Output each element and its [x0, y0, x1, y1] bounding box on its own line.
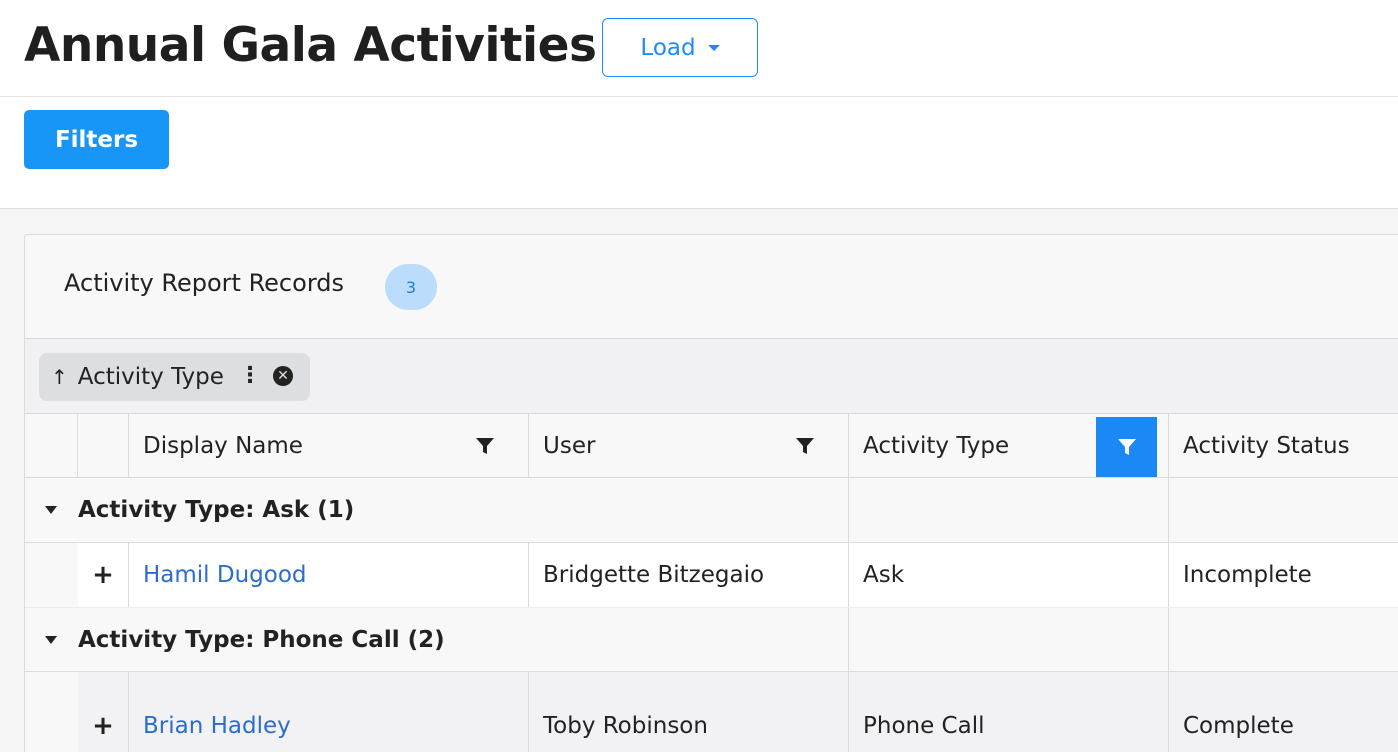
header-spacer-cell: [25, 414, 78, 477]
more-vertical-icon[interactable]: ⋮: [239, 363, 261, 389]
group-row-ask: Activity Type: Ask (1): [25, 478, 1398, 543]
panel-header: Activity Report Records 3: [25, 235, 1398, 339]
header-expand-cell: [78, 414, 129, 477]
column-header-activity-status[interactable]: Activity Status: [1169, 414, 1398, 477]
column-header-display-name[interactable]: Display Name: [129, 414, 529, 477]
group-empty-cell: [849, 608, 1169, 671]
group-empty-cell: [529, 608, 849, 671]
table-row: + Hamil Dugood Bridgette Bitzegaio Ask I…: [25, 543, 1398, 608]
page-header: Annual Gala Activities Load: [0, 0, 1398, 97]
activity-report-panel: Activity Report Records 3 ↑ Activity Typ…: [24, 234, 1398, 752]
chevron-down-icon: [707, 44, 720, 51]
filters-button[interactable]: Filters: [24, 110, 169, 169]
page-title: Annual Gala Activities: [24, 18, 597, 73]
group-label: Activity Type: Phone Call (2): [78, 626, 445, 653]
row-indent-cell: [25, 543, 78, 607]
user-cell: Toby Robinson: [529, 672, 849, 752]
group-chip-label: Activity Type: [77, 364, 224, 390]
sort-ascending-icon[interactable]: ↑: [51, 365, 68, 389]
activity-status-cell: Incomplete: [1183, 562, 1312, 588]
filter-icon[interactable]: [475, 436, 495, 456]
load-button[interactable]: Load: [602, 18, 758, 77]
remove-group-icon[interactable]: ✕: [273, 366, 293, 386]
filter-icon[interactable]: [795, 436, 815, 456]
column-header-label: Activity Status: [1183, 432, 1350, 459]
group-row-phone-call: Activity Type: Phone Call (2): [25, 608, 1398, 672]
expand-row-button[interactable]: +: [78, 543, 129, 607]
user-cell: Bridgette Bitzegaio: [529, 543, 849, 607]
group-chip-activity-type[interactable]: ↑ Activity Type ⋮ ✕: [39, 353, 310, 401]
group-by-bar: ↑ Activity Type ⋮ ✕: [25, 339, 1398, 414]
record-count-badge: 3: [385, 264, 437, 310]
group-collapse-toggle[interactable]: [45, 478, 57, 542]
caret-down-icon: [45, 635, 57, 644]
column-header-label: User: [543, 432, 596, 459]
group-empty-cell: [849, 478, 1169, 542]
table-row: + Brian Hadley Toby Robinson Phone Call …: [25, 672, 1398, 752]
expand-row-button[interactable]: +: [78, 672, 129, 752]
column-header-label: Activity Type: [863, 432, 1010, 459]
row-indent-cell: [25, 672, 78, 752]
group-empty-cell: [529, 478, 849, 542]
display-name-link[interactable]: Hamil Dugood: [143, 562, 307, 588]
display-name-cell: Hamil Dugood: [129, 543, 529, 607]
activity-type-cell: Ask: [849, 543, 1169, 607]
group-collapse-toggle[interactable]: [45, 608, 57, 671]
panel-title: Activity Report Records: [64, 269, 344, 297]
column-header-label: Display Name: [143, 432, 303, 459]
display-name-cell: Brian Hadley: [129, 672, 529, 752]
filter-icon: [1117, 439, 1136, 455]
caret-down-icon: [45, 506, 57, 514]
activity-status-cell: Complete: [1183, 712, 1294, 739]
group-label: Activity Type: Ask (1): [78, 497, 355, 523]
load-button-label: Load: [640, 34, 696, 61]
column-header-user[interactable]: User: [529, 414, 849, 477]
display-name-link[interactable]: Brian Hadley: [143, 713, 291, 739]
active-filter-button[interactable]: [1096, 417, 1157, 477]
activity-type-cell: Phone Call: [849, 672, 1169, 752]
grid-header-row: Display Name User Activity Type Activity…: [25, 414, 1398, 478]
